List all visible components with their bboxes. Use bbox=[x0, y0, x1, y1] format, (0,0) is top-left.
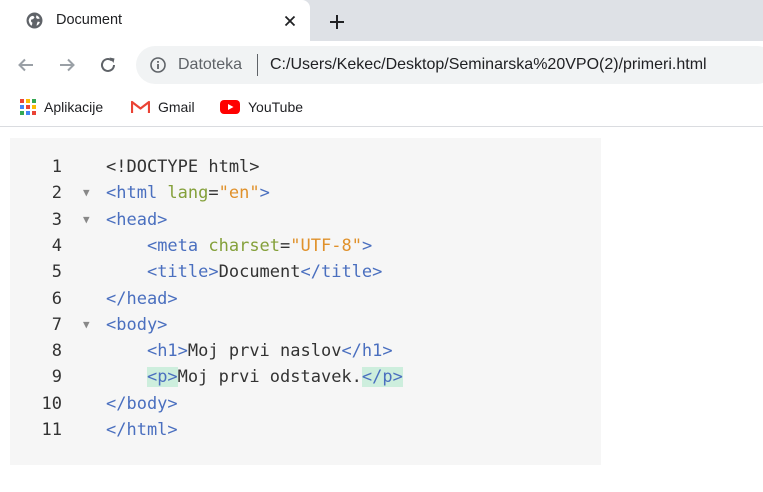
line-number: 5 bbox=[51, 262, 62, 283]
new-tab-button[interactable] bbox=[324, 9, 350, 35]
code-text: <!DOCTYPE html> bbox=[106, 157, 260, 177]
bookmark-label: YouTube bbox=[248, 99, 304, 115]
code-line: 8 <h1>Moj prvi naslov</h1> bbox=[10, 338, 601, 364]
plus-icon bbox=[330, 15, 344, 29]
globe-icon bbox=[26, 12, 43, 29]
fold-arrow-icon[interactable]: ▼ bbox=[83, 180, 90, 206]
line-number: 4 bbox=[51, 235, 62, 256]
code-line: 2 ▼ <html lang="en"> bbox=[10, 180, 601, 206]
code-text: <title>Document</title> bbox=[146, 262, 383, 283]
line-number: 9 bbox=[51, 367, 62, 388]
code-line: 4 <meta charset="UTF-8"> bbox=[10, 233, 601, 259]
line-number: 10 bbox=[41, 393, 62, 414]
bookmark-label: Gmail bbox=[158, 99, 195, 115]
address-bar[interactable]: Datoteka C:/Users/Kekec/Desktop/Seminars… bbox=[136, 46, 763, 84]
reload-icon bbox=[101, 57, 115, 72]
apps-grid-icon bbox=[20, 99, 36, 115]
line-number: 3 bbox=[51, 209, 62, 230]
code-line: 3 ▼ <head> bbox=[10, 207, 601, 233]
bookmarks-bar: Aplikacije Gmail YouTube bbox=[0, 89, 763, 127]
toolbar: Datoteka C:/Users/Kekec/Desktop/Seminars… bbox=[0, 41, 763, 89]
code-line: 9 <p>Moj prvi odstavek.</p> bbox=[10, 364, 601, 390]
code-text: <p>Moj prvi odstavek.</p> bbox=[146, 367, 403, 388]
tab-close-button[interactable] bbox=[279, 10, 301, 32]
tab-title: Document bbox=[56, 12, 123, 28]
code-line: 1 <!DOCTYPE html> bbox=[10, 154, 601, 180]
line-number: 2 bbox=[51, 183, 62, 204]
back-button[interactable] bbox=[14, 53, 38, 77]
code-line: 11 </html> bbox=[10, 417, 601, 443]
line-number: 1 bbox=[51, 157, 62, 177]
line-number: 7 bbox=[51, 314, 62, 335]
code-text: <html lang="en"> bbox=[106, 183, 270, 204]
code-line: 10 </body> bbox=[10, 391, 601, 417]
file-chip-label[interactable]: Datoteka bbox=[178, 56, 242, 74]
arrow-left-icon bbox=[18, 58, 33, 72]
gmail-icon bbox=[131, 100, 150, 113]
line-number: 8 bbox=[51, 341, 62, 362]
bookmark-youtube[interactable]: YouTube bbox=[220, 96, 303, 118]
bookmark-label: Aplikacije bbox=[44, 99, 104, 115]
code-text: <meta charset="UTF-8"> bbox=[146, 235, 373, 256]
bookmark-gmail[interactable]: Gmail bbox=[131, 96, 195, 118]
code-text: </body> bbox=[106, 393, 178, 414]
code-text: <body> bbox=[106, 314, 168, 335]
forward-button[interactable] bbox=[55, 53, 79, 77]
fold-arrow-icon[interactable]: ▼ bbox=[83, 207, 90, 233]
close-icon bbox=[284, 15, 296, 27]
info-icon[interactable] bbox=[150, 57, 166, 73]
code-text: </head> bbox=[106, 288, 178, 309]
line-number: 11 bbox=[41, 420, 62, 440]
code-line: 7 ▼ <body> bbox=[10, 312, 601, 338]
code-text: <h1>Moj prvi naslov</h1> bbox=[146, 341, 393, 362]
tab-strip: Document bbox=[0, 0, 763, 41]
omnibox-separator bbox=[257, 54, 258, 76]
code-block: 1 <!DOCTYPE html> 2 ▼ <html lang="en"> 3 ▼ <hea… bbox=[10, 138, 601, 465]
code-text: <head> bbox=[106, 209, 168, 230]
url-text[interactable]: C:/Users/Kekec/Desktop/Seminarska%20VPO(… bbox=[270, 56, 707, 74]
code-text: </html> bbox=[106, 420, 178, 440]
youtube-icon bbox=[220, 100, 240, 114]
tab-document[interactable]: Document bbox=[0, 0, 310, 41]
code-line: 6 </head> bbox=[10, 286, 601, 312]
line-number: 6 bbox=[51, 288, 62, 309]
arrow-right-icon bbox=[60, 58, 75, 72]
code-line: 5 <title>Document</title> bbox=[10, 259, 601, 285]
fold-arrow-icon[interactable]: ▼ bbox=[83, 312, 90, 338]
bookmark-apps[interactable]: Aplikacije bbox=[20, 96, 103, 118]
reload-button[interactable] bbox=[96, 53, 120, 77]
